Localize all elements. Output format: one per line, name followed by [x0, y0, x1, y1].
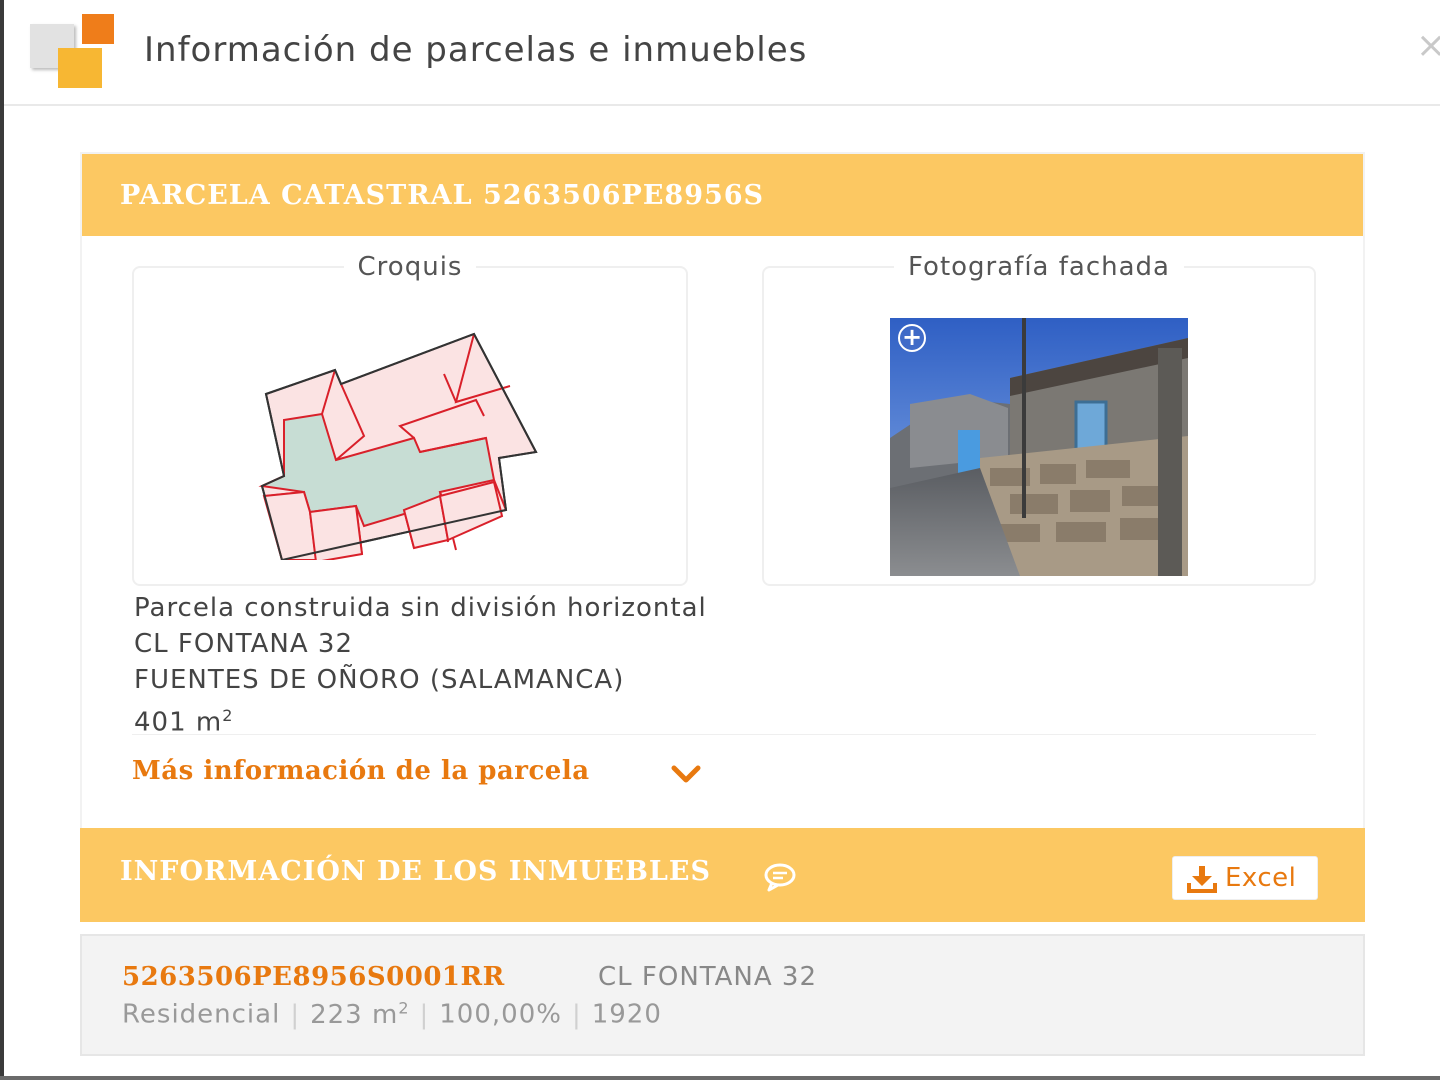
unit-year: 1920 — [591, 999, 662, 1030]
chevron-down-icon[interactable] — [670, 760, 702, 788]
close-icon[interactable]: × — [1416, 28, 1440, 64]
table-row[interactable]: 5263506PE8956S0001RR CL FONTANA 32 Resid… — [80, 934, 1365, 1056]
unit-reference-link[interactable]: 5263506PE8956S0001RR — [122, 962, 505, 992]
comment-icon[interactable] — [762, 860, 798, 892]
window-frame-left — [0, 0, 4, 1080]
parcel-sketch-map[interactable] — [244, 320, 564, 560]
excel-label: Excel — [1225, 863, 1297, 893]
download-icon — [1187, 866, 1217, 893]
zoom-in-icon[interactable]: + — [898, 324, 926, 352]
divider — [132, 734, 1316, 735]
parcel-type: Parcela construida sin división horizont… — [134, 593, 707, 623]
facade-photo[interactable]: + — [890, 318, 1188, 576]
facade-photo-label: Fotografía fachada — [894, 252, 1184, 282]
parcel-info: Parcela construida sin división horizont… — [134, 590, 707, 741]
more-parcel-info-link[interactable]: Más información de la parcela — [132, 756, 590, 786]
facade-photo-card: Fotografía fachada + — [762, 252, 1316, 586]
unit-participation: 100,00% — [439, 999, 562, 1030]
parcel-municipality: FUENTES DE OÑORO (SALAMANCA) — [134, 665, 625, 695]
unit-area: 223 m2 — [310, 998, 410, 1030]
units-header-title: INFORMACIÓN DE LOS INMUEBLES — [120, 856, 711, 887]
app-logo — [30, 14, 116, 88]
modal-title: Información de parcelas e inmuebles — [144, 30, 808, 70]
unit-address: CL FONTANA 32 — [598, 962, 818, 992]
units-header: INFORMACIÓN DE LOS INMUEBLES Excel — [80, 828, 1365, 922]
window-frame-bottom — [0, 1076, 1440, 1080]
unit-use: Residencial — [122, 999, 281, 1030]
croquis-label: Croquis — [343, 252, 477, 282]
parcel-address: CL FONTANA 32 — [134, 629, 354, 659]
modal-header: Información de parcelas e inmuebles × — [4, 0, 1440, 106]
parcel-panel: PARCELA CATASTRAL 5263506PE8956S Croquis — [80, 152, 1365, 830]
unit-details: Residencial | 223 m2 | 100,00% | 1920 — [122, 998, 662, 1030]
parcel-header: PARCELA CATASTRAL 5263506PE8956S — [82, 154, 1363, 236]
excel-export-button[interactable]: Excel — [1172, 856, 1318, 900]
croquis-card: Croquis — [132, 252, 688, 586]
parcel-header-title: PARCELA CATASTRAL 5263506PE8956S — [120, 180, 765, 211]
